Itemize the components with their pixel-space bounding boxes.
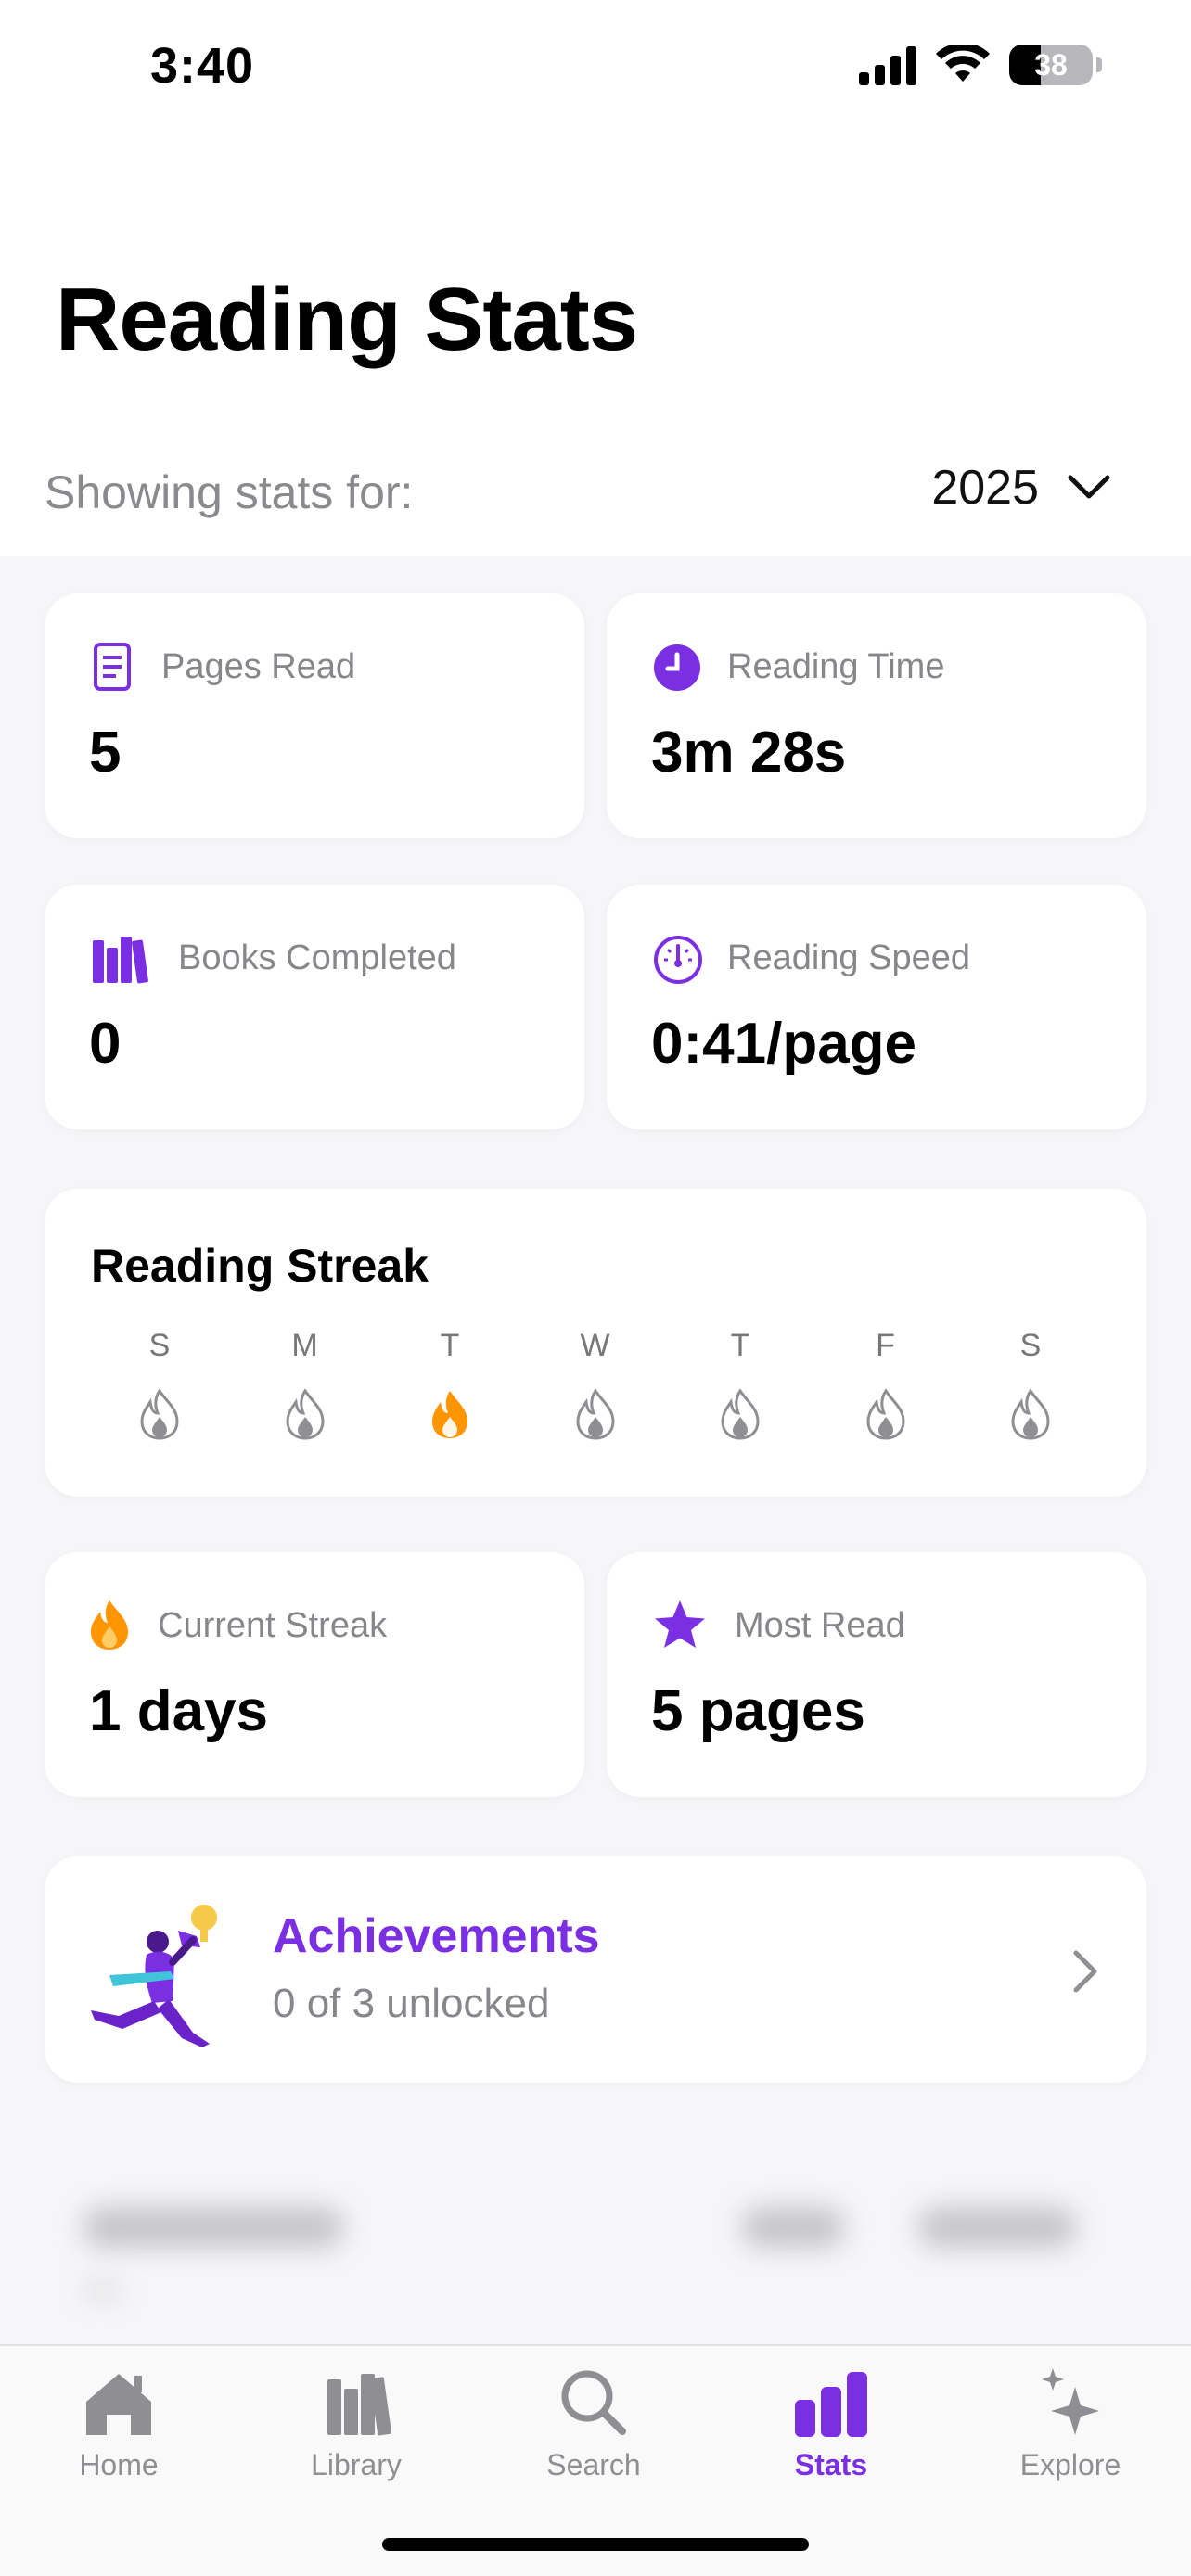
home-indicator (382, 2538, 809, 2551)
clock-icon (654, 644, 700, 691)
streak-day: M (268, 1328, 342, 1440)
chevron-down-icon (1068, 475, 1110, 499)
streak-day: S (993, 1328, 1068, 1440)
streak-day-letter: T (440, 1328, 460, 1363)
current-streak-card: Current Streak 1 days (45, 1552, 584, 1797)
tab-explore[interactable]: Explore (968, 2346, 1172, 2482)
tab-label: Search (546, 2448, 641, 2481)
streak-day: T (413, 1328, 487, 1440)
achievements-title: Achievements (273, 1909, 600, 1963)
reading-speed-value: 0:41/page (651, 1012, 917, 1076)
year-value: 2025 (931, 461, 1039, 515)
streak-day: W (558, 1328, 633, 1440)
streak-day-letter: F (876, 1328, 895, 1363)
reading-streak-card: Reading Streak S M T W T F S (45, 1189, 1146, 1497)
tab-library[interactable]: Library (254, 2346, 458, 2482)
achievements-card[interactable]: Achievements 0 of 3 unlocked (45, 1856, 1146, 2083)
pages-read-label: Pages Read (161, 647, 356, 686)
achievements-subtitle: 0 of 3 unlocked (273, 1981, 550, 2026)
tab-label: Stats (794, 2448, 868, 2481)
streak-day-letter: S (148, 1328, 171, 1363)
page-title: Reading Stats (56, 270, 638, 369)
reading-stats-screen: 3:40 38 Reading Stats Showing stats for: (0, 0, 1191, 2576)
tab-home[interactable]: Home (17, 2346, 221, 2482)
reading-speed-card: Reading Speed 0:41/page (607, 885, 1146, 1129)
tab-stats[interactable]: Stats (729, 2346, 933, 2482)
trophy-runner-illustration (91, 1905, 217, 2047)
reading-speed-label: Reading Speed (727, 938, 970, 977)
streak-day-letter: S (1019, 1328, 1042, 1363)
status-icons: 38 (859, 45, 1102, 85)
status-time: 3:40 (150, 38, 255, 94)
battery-icon: 38 (1009, 45, 1093, 85)
reading-time-value: 3m 28s (651, 721, 847, 784)
bar-chart-icon (795, 2372, 867, 2437)
flame-icon (432, 1391, 467, 1438)
reading-time-label: Reading Time (727, 647, 945, 686)
flame-icon (721, 1388, 760, 1440)
streak-day: S (122, 1328, 197, 1440)
pages-read-value: 5 (89, 721, 122, 784)
tab-label: Library (311, 2448, 402, 2481)
flame-icon (1011, 1388, 1050, 1440)
tab-label: Explore (1019, 2448, 1121, 2481)
cellular-signal-icon (859, 45, 916, 85)
books-completed-label: Books Completed (178, 938, 456, 977)
most-read-label: Most Read (735, 1606, 905, 1645)
year-dropdown[interactable]: 2025 (931, 460, 1111, 516)
streak-day-letter: T (730, 1328, 750, 1363)
streak-day-letter: M (291, 1328, 318, 1363)
books-completed-card: Books Completed 0 (45, 885, 584, 1129)
flame-icon (140, 1388, 179, 1440)
status-bar: 3:40 38 (0, 0, 1191, 139)
chevron-right-icon (1073, 1950, 1097, 1993)
pages-read-card: Pages Read 5 (45, 593, 584, 838)
sparkles-icon (1042, 2368, 1099, 2435)
blurred-content (0, 2151, 1191, 2337)
flame-icon (285, 1388, 325, 1440)
tab-label: Home (79, 2448, 159, 2481)
reading-time-card: Reading Time 3m 28s (607, 593, 1146, 838)
document-icon (94, 643, 131, 691)
battery-percentage: 38 (1034, 48, 1068, 82)
reading-streak-title: Reading Streak (91, 1240, 429, 1292)
books-icon (93, 937, 148, 984)
books-completed-value: 0 (89, 1012, 122, 1076)
streak-day: F (849, 1328, 923, 1440)
most-read-value: 5 pages (651, 1679, 865, 1743)
current-streak-value: 1 days (89, 1679, 269, 1743)
filter-label: Showing stats for: (45, 466, 414, 518)
current-streak-label: Current Streak (158, 1606, 388, 1645)
magnifier-icon (561, 2370, 626, 2435)
streak-day-letter: W (580, 1328, 610, 1363)
most-read-card: Most Read 5 pages (607, 1552, 1146, 1797)
tab-search[interactable]: Search (492, 2346, 696, 2482)
streak-day: T (703, 1328, 777, 1440)
header: Reading Stats Showing stats for: 2025 (0, 139, 1191, 575)
speedometer-icon (654, 936, 702, 984)
flame-icon (865, 1388, 905, 1440)
star-icon (655, 1600, 705, 1648)
books-icon (327, 2374, 391, 2436)
wifi-icon (936, 45, 990, 82)
house-icon (86, 2374, 151, 2435)
flame-icon (91, 1600, 128, 1650)
flame-icon (575, 1388, 615, 1440)
